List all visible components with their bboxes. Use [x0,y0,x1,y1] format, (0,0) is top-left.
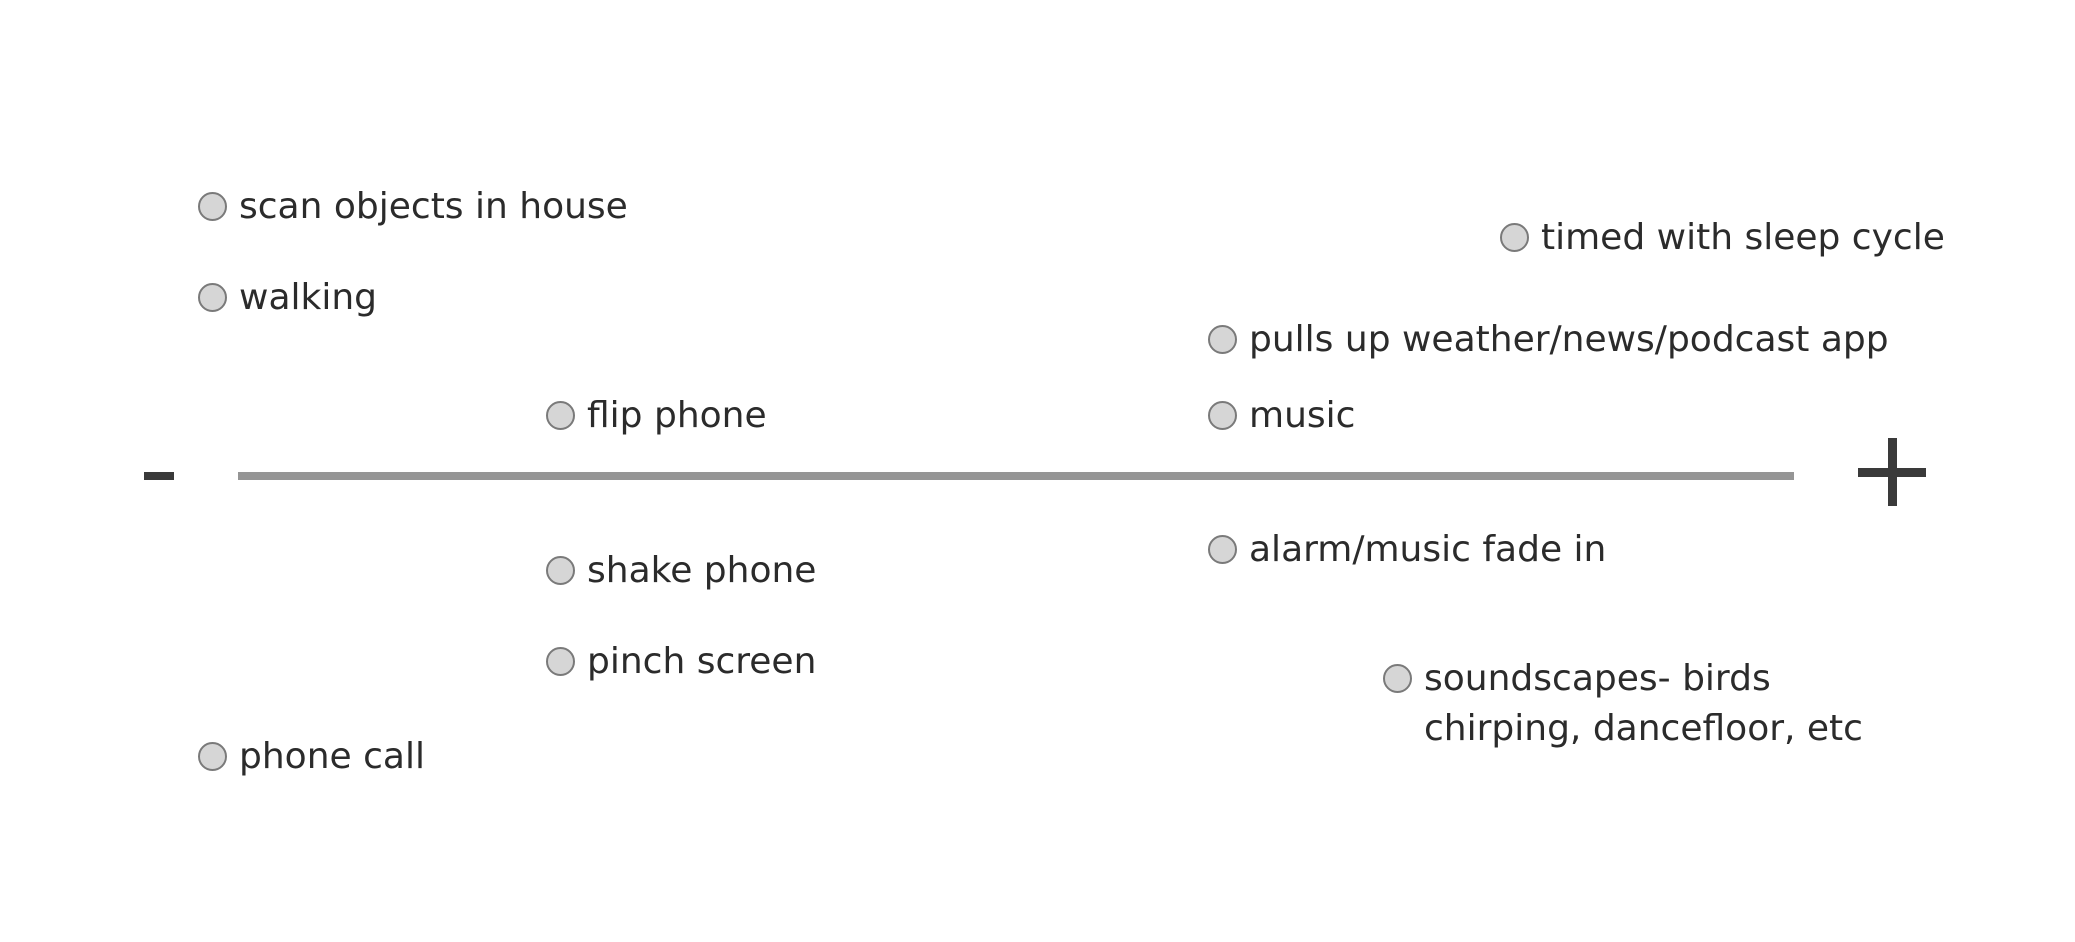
bullet-dot [546,647,575,676]
item-label: scan objects in house [239,186,628,227]
bullet-dot [1208,535,1237,564]
item-scan-objects: scan objects in house [198,186,628,232]
bullet-dot [1500,223,1529,252]
item-label: timed with sleep cycle [1541,217,1945,258]
item-label: shake phone [587,550,817,591]
spectrum-axis-line [238,472,1794,480]
bullet-dot [546,401,575,430]
item-label-line-2: chirping, dancefloor, etc [1424,708,1863,749]
minus-end-marker [144,472,174,480]
item-label: music [1249,395,1356,436]
item-soundscapes: soundscapes- birds chirping, dancefloor,… [1383,658,1863,754]
item-pinch-screen: pinch screen [546,641,816,687]
item-label: flip phone [587,395,767,436]
plus-end-marker [1858,438,1926,506]
item-pulls-up-apps: pulls up weather/news/podcast app [1208,319,1889,365]
bullet-dot [1383,664,1412,693]
item-label: pinch screen [587,641,817,682]
item-label: phone call [239,736,425,777]
item-label: soundscapes- birds chirping, dancefloor,… [1424,654,1863,754]
item-phone-call: phone call [198,736,425,782]
item-walking: walking [198,277,377,323]
item-label: walking [239,277,378,318]
bullet-dot [1208,325,1237,354]
item-timed-sleep-cycle: timed with sleep cycle [1500,217,1945,263]
item-label-line-1: soundscapes- birds [1424,658,1771,699]
bullet-dot [198,742,227,771]
item-label: alarm/music fade in [1249,529,1607,570]
item-music: music [1208,395,1355,441]
bullet-dot [198,192,227,221]
item-label: pulls up weather/news/podcast app [1249,319,1889,360]
item-flip-phone: flip phone [546,395,767,441]
item-shake-phone: shake phone [546,550,816,596]
bullet-dot [1208,401,1237,430]
item-alarm-music-fade: alarm/music fade in [1208,529,1606,575]
bullet-dot [198,283,227,312]
bullet-dot [546,556,575,585]
